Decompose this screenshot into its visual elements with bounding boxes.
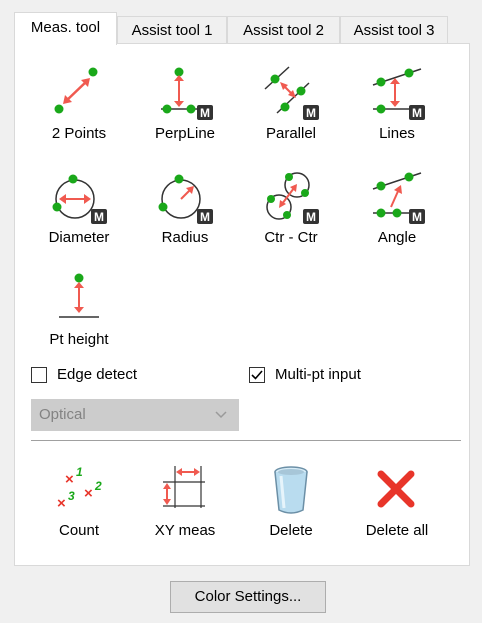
count-digit: 2 <box>94 479 102 493</box>
perpline-icon: M <box>161 67 213 120</box>
action-label: Count <box>58 522 100 539</box>
parallel-icon: M <box>264 66 319 120</box>
tool-perpline[interactable]: M PerpLine <box>135 65 235 157</box>
pt-height-icon <box>59 273 99 318</box>
edge-detect-label: Edge detect <box>57 366 138 383</box>
tool-label: Parallel <box>265 125 317 142</box>
action-label: XY meas <box>154 522 216 539</box>
chevron-down-icon <box>215 411 227 419</box>
edge-detect-option[interactable]: Edge detect <box>31 366 137 383</box>
separator <box>31 440 461 441</box>
tool-label: Radius <box>161 229 209 246</box>
edge-detect-checkbox[interactable] <box>31 366 47 383</box>
macro-badge: M <box>94 210 104 224</box>
tool-angle[interactable]: M Angle <box>347 169 447 261</box>
tab-assist-tool-3[interactable]: Assist tool 3 <box>340 16 448 43</box>
mode-select[interactable]: Optical <box>31 399 239 431</box>
action-label: Delete <box>269 522 313 539</box>
svg-text:×: × <box>84 485 93 502</box>
tab-assist-tool-1[interactable]: Assist tool 1 <box>117 16 227 43</box>
angle-icon: M <box>372 172 425 224</box>
tool-label: 2 Points <box>51 125 107 142</box>
tool-parallel[interactable]: M Parallel <box>241 65 341 157</box>
tool-ctr-ctr[interactable]: M Ctr - Ctr <box>241 169 341 261</box>
macro-badge: M <box>200 106 210 120</box>
meas-tool-panel: 2 Points M PerpLine M Parallel M Lines M… <box>14 43 470 566</box>
macro-badge: M <box>306 106 316 120</box>
tool-label: Diameter <box>48 229 110 246</box>
tool-label: PerpLine <box>154 125 216 142</box>
multi-pt-label: Multi-pt input <box>275 366 361 383</box>
macro-badge: M <box>306 210 316 224</box>
delete-all-button[interactable]: Delete all <box>347 462 447 554</box>
multi-pt-option[interactable]: Multi-pt input <box>249 366 361 383</box>
count-button[interactable]: × 1 × 2 × 3 Count <box>29 462 129 554</box>
multi-pt-checkbox[interactable] <box>249 366 265 383</box>
tab-meas-tool[interactable]: Meas. tool <box>14 12 117 45</box>
macro-badge: M <box>200 210 210 224</box>
checkmark-icon <box>251 369 263 380</box>
trash-icon <box>274 466 308 514</box>
tool-radius[interactable]: M Radius <box>135 169 235 261</box>
xy-meas-icon <box>163 466 205 508</box>
macro-badge: M <box>412 210 422 224</box>
ctr-ctr-icon: M <box>266 172 319 224</box>
svg-text:×: × <box>57 495 66 512</box>
tool-label: Lines <box>379 125 415 142</box>
tab-assist-tool-2[interactable]: Assist tool 2 <box>227 16 340 43</box>
tool-pt-height[interactable]: Pt height <box>29 271 129 363</box>
mode-select-value: Optical <box>39 406 86 423</box>
xy-meas-button[interactable]: XY meas <box>135 462 235 554</box>
radius-icon: M <box>158 174 213 224</box>
macro-badge: M <box>412 106 422 120</box>
color-settings-button[interactable]: Color Settings... <box>170 581 326 613</box>
count-digit: 3 <box>68 489 75 503</box>
tool-2-points[interactable]: 2 Points <box>29 65 129 157</box>
diameter-icon: M <box>52 174 107 224</box>
lines-icon: M <box>372 68 425 120</box>
tool-diameter[interactable]: M Diameter <box>29 169 129 261</box>
action-label: Delete all <box>365 522 429 539</box>
tool-label: Pt height <box>49 331 109 348</box>
tool-label: Ctr - Ctr <box>264 229 318 246</box>
svg-text:×: × <box>65 471 74 488</box>
count-icon: × 1 × 2 × 3 <box>57 465 102 512</box>
tool-label: Angle <box>377 229 417 246</box>
delete-button[interactable]: Delete <box>241 462 341 554</box>
two-points-icon <box>54 67 98 114</box>
tool-lines[interactable]: M Lines <box>347 65 447 157</box>
count-digit: 1 <box>76 465 83 479</box>
close-icon <box>377 470 415 508</box>
